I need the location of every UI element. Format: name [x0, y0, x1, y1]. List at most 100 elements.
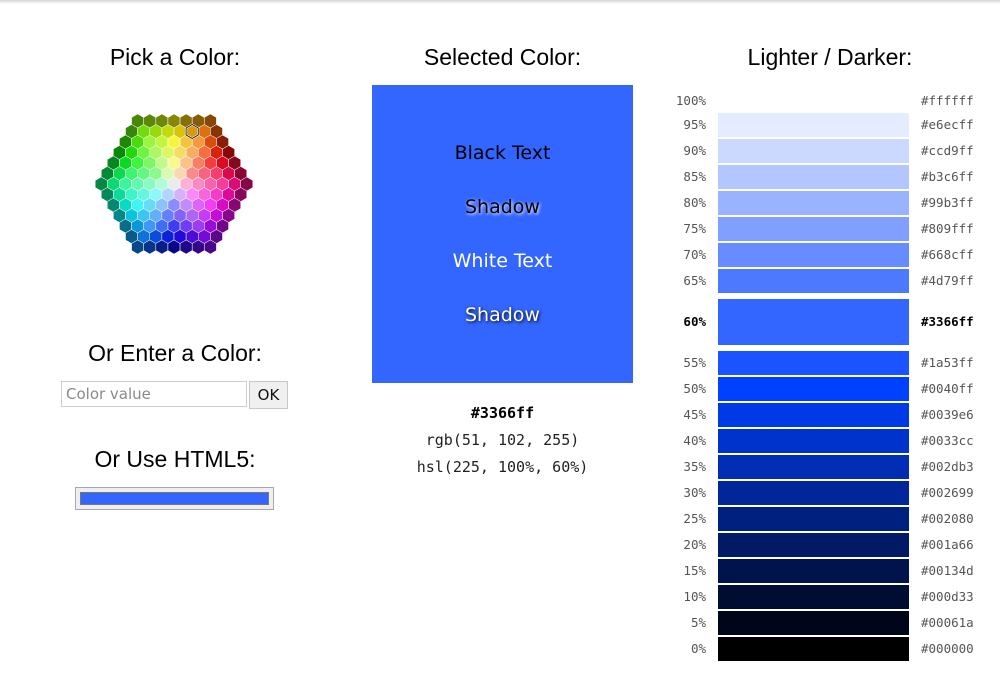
shade-swatch[interactable]	[718, 89, 909, 113]
shade-swatch[interactable]	[718, 403, 909, 427]
shade-row[interactable]: 90% #ccd9ff	[668, 139, 988, 163]
shade-swatch[interactable]	[718, 507, 909, 531]
shade-hex: #668cff	[921, 247, 974, 262]
shade-percent: 65%	[683, 273, 706, 288]
shade-hex: #002080	[921, 511, 974, 526]
shade-row[interactable]: 50% #0040ff	[668, 377, 988, 401]
shade-row[interactable]: 100% #ffffff	[668, 89, 988, 113]
shade-percent: 85%	[683, 169, 706, 184]
shade-row[interactable]: 5% #00061a	[668, 611, 988, 635]
shade-row[interactable]: 35% #002db3	[668, 455, 988, 479]
shade-swatch[interactable]	[718, 113, 909, 137]
shade-swatch[interactable]	[718, 481, 909, 505]
shade-row[interactable]: 30% #002699	[668, 481, 988, 505]
shade-row[interactable]: 60% #3366ff	[668, 299, 988, 345]
shade-row[interactable]: 15% #00134d	[668, 559, 988, 583]
shade-row[interactable]: 40% #0033cc	[668, 429, 988, 453]
color-value-input[interactable]	[61, 381, 247, 407]
enter-color-heading: Or Enter a Color:	[88, 340, 262, 366]
shade-percent: 60%	[683, 314, 706, 329]
shade-hex: #00134d	[921, 563, 974, 578]
shade-swatch[interactable]	[718, 269, 909, 293]
shade-swatch[interactable]	[718, 585, 909, 609]
shade-row[interactable]: 85% #b3c6ff	[668, 165, 988, 189]
selected-color-preview: Black Text Shadow White Text Shadow	[372, 85, 633, 383]
shade-hex: #ffffff	[921, 93, 974, 108]
shade-percent: 70%	[683, 247, 706, 262]
html5-color-swatch	[80, 492, 269, 505]
hex-code: #3366ff	[470, 404, 535, 422]
shade-hex: #ccd9ff	[921, 143, 974, 158]
shade-hex: #99b3ff	[921, 195, 974, 210]
shade-percent: 25%	[683, 511, 706, 526]
selected-color-heading: Selected Color:	[423, 44, 582, 70]
shade-swatch[interactable]	[718, 559, 909, 583]
shade-hex: #001a66	[921, 537, 974, 552]
html5-color-input[interactable]	[75, 487, 274, 510]
shade-row[interactable]: 95% #e6ecff	[668, 113, 988, 137]
shade-hex: #0033cc	[921, 433, 974, 448]
ok-button[interactable]: OK	[249, 381, 288, 409]
shade-percent: 20%	[683, 537, 706, 552]
rgb-code: rgb(51, 102, 255)	[425, 431, 580, 449]
white-shadow-text-sample: Shadow	[465, 304, 540, 326]
shade-row[interactable]: 45% #0039e6	[668, 403, 988, 427]
shade-swatch[interactable]	[718, 243, 909, 267]
shade-row[interactable]: 10% #000d33	[668, 585, 988, 609]
shade-percent: 15%	[683, 563, 706, 578]
shade-swatch[interactable]	[718, 351, 909, 375]
shade-row[interactable]: 80% #99b3ff	[668, 191, 988, 215]
black-text-sample: Black Text	[454, 142, 551, 164]
shade-hex: #1a53ff	[921, 355, 974, 370]
shade-swatch[interactable]	[718, 429, 909, 453]
shade-row[interactable]: 20% #001a66	[668, 533, 988, 557]
shade-percent: 55%	[683, 355, 706, 370]
shade-swatch[interactable]	[718, 377, 909, 401]
html5-heading: Or Use HTML5:	[94, 446, 256, 472]
shade-row[interactable]: 70% #668cff	[668, 243, 988, 267]
shade-percent: 30%	[683, 485, 706, 500]
shade-percent: 0%	[690, 641, 706, 656]
shade-percent: 45%	[683, 407, 706, 422]
shade-swatch[interactable]	[718, 611, 909, 635]
shade-swatch[interactable]	[718, 455, 909, 479]
shade-hex: #000000	[921, 641, 974, 656]
shade-hex: #4d79ff	[921, 273, 974, 288]
shade-hex: #b3c6ff	[921, 169, 974, 184]
shade-hex: #002699	[921, 485, 974, 500]
shade-percent: 95%	[683, 117, 706, 132]
black-shadow-text-sample: Shadow	[465, 196, 540, 218]
shade-row[interactable]: 75% #809fff	[668, 217, 988, 241]
shade-percent: 35%	[683, 459, 706, 474]
shade-percent: 100%	[675, 93, 706, 108]
shade-percent: 5%	[690, 615, 706, 630]
shade-percent: 50%	[683, 381, 706, 396]
shade-swatch[interactable]	[718, 165, 909, 189]
shade-swatch[interactable]	[718, 533, 909, 557]
shade-hex: #0039e6	[921, 407, 974, 422]
lighter-darker-heading: Lighter / Darker:	[747, 44, 913, 70]
shade-hex: #3366ff	[921, 314, 974, 329]
shade-hex: #00061a	[921, 615, 974, 630]
shade-swatch[interactable]	[718, 217, 909, 241]
shade-percent: 75%	[683, 221, 706, 236]
shade-row[interactable]: 0% #000000	[668, 637, 988, 661]
shade-row[interactable]: 55% #1a53ff	[668, 351, 988, 375]
shade-percent: 40%	[683, 433, 706, 448]
white-text-sample: White Text	[452, 250, 553, 272]
top-border	[0, 0, 1000, 4]
shade-hex: #0040ff	[921, 381, 974, 396]
hexagon-color-wheel[interactable]	[56, 82, 292, 286]
shade-hex: #002db3	[921, 459, 974, 474]
shade-row[interactable]: 65% #4d79ff	[668, 269, 988, 293]
pick-color-heading: Pick a Color:	[109, 44, 241, 70]
shade-swatch[interactable]	[718, 139, 909, 163]
shade-swatch[interactable]	[718, 299, 909, 345]
shade-percent: 80%	[683, 195, 706, 210]
shade-row[interactable]: 25% #002080	[668, 507, 988, 531]
shade-swatch[interactable]	[718, 191, 909, 215]
shade-swatch[interactable]	[718, 637, 909, 661]
shade-hex: #809fff	[921, 221, 974, 236]
hsl-code: hsl(225, 100%, 60%)	[416, 458, 589, 476]
shade-hex: #e6ecff	[921, 117, 974, 132]
